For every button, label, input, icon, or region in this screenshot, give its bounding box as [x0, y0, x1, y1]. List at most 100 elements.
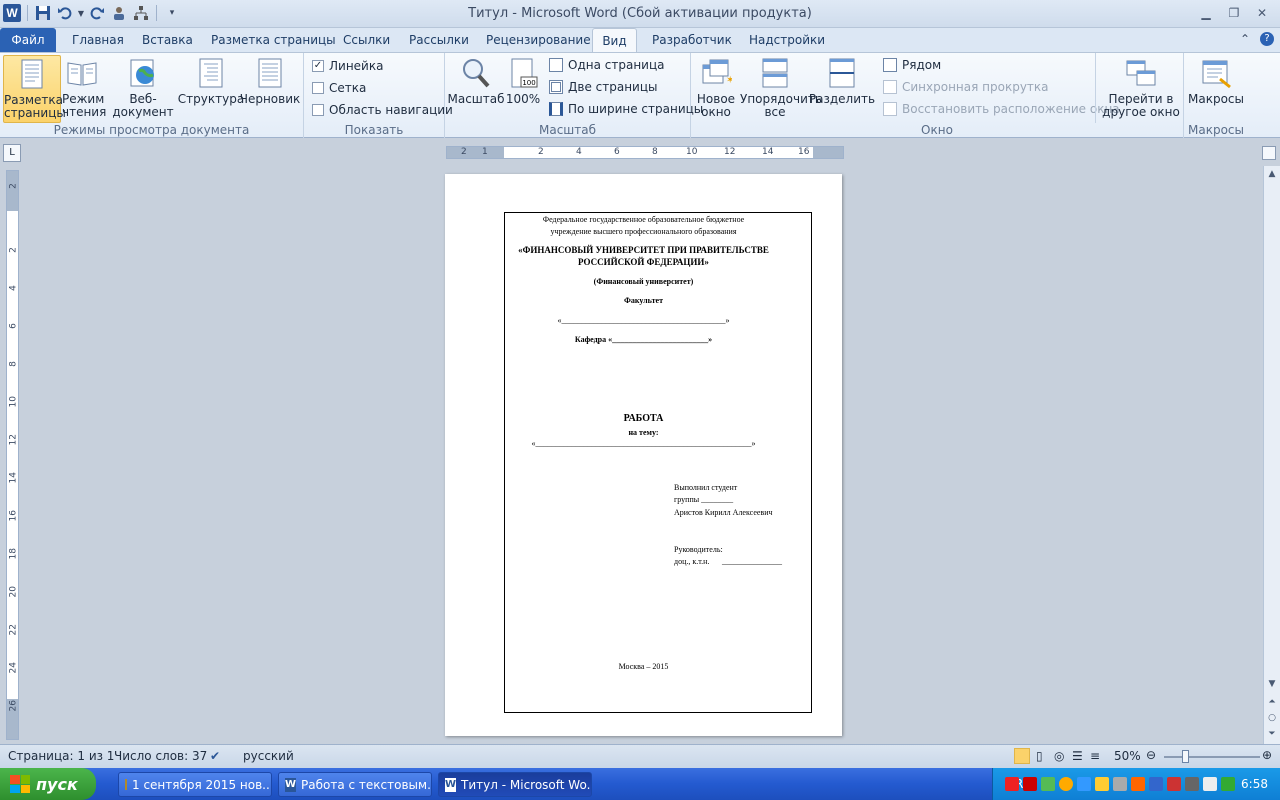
ribbon-tabs: Файл Главная Вставка Разметка страницы С… — [0, 28, 1280, 52]
tab-mailings[interactable]: Рассылки — [397, 28, 481, 52]
sync-scroll-button[interactable]: Синхронная прокрутка — [883, 80, 1049, 94]
one-page-button[interactable]: Одна страница — [549, 58, 664, 72]
zoom-out-icon[interactable]: ⊖ — [1146, 748, 1156, 762]
two-pages-label: Две страницы — [568, 80, 658, 94]
arrange-all-button[interactable]: Упорядочить все — [739, 55, 822, 119]
two-pages-button[interactable]: Две страницы — [549, 80, 658, 94]
ruler-number: 1 — [482, 147, 488, 157]
safely-remove-icon[interactable] — [1221, 777, 1235, 791]
tab-insert[interactable]: Вставка — [130, 28, 205, 52]
tab-addins[interactable]: Надстройки — [737, 28, 837, 52]
side-by-side-button[interactable]: Рядом — [883, 58, 941, 72]
status-page[interactable]: Страница: 1 из 1 — [8, 749, 114, 763]
tab-selector[interactable]: L — [3, 144, 21, 162]
tab-file[interactable]: Файл — [0, 28, 56, 52]
ruler-margin — [813, 147, 843, 158]
tray-app-icon[interactable] — [1077, 777, 1091, 791]
scroll-down-icon[interactable]: ▼ — [1264, 676, 1280, 692]
restore-icon[interactable]: ❐ — [1220, 2, 1248, 24]
switch-windows-button[interactable]: Перейти в другое окно — [1101, 55, 1181, 119]
split-button[interactable]: Разделить — [809, 55, 875, 106]
zoom-button[interactable]: Масштаб — [447, 55, 505, 106]
taskbar-item-word-title[interactable]: W Титул - Microsoft Wo... — [438, 772, 592, 797]
zoom-slider-thumb[interactable] — [1182, 750, 1189, 763]
tab-references[interactable]: Ссылки — [331, 28, 402, 52]
ruler-number: 8 — [8, 361, 19, 367]
zoom-in-icon[interactable]: ⊕ — [1262, 748, 1272, 762]
tab-view[interactable]: Вид — [592, 28, 637, 52]
status-language[interactable]: русский — [243, 749, 294, 763]
zoom-level[interactable]: 50% — [1114, 749, 1141, 763]
zoom-100-button[interactable]: 100 100% — [505, 55, 541, 106]
outline-view-icon[interactable]: ☰ — [1072, 749, 1083, 763]
tab-review[interactable]: Рецензирование — [474, 28, 603, 52]
web-layout-button[interactable]: Веб-документ — [104, 55, 182, 119]
new-window-button[interactable]: ✶ Новое окно — [695, 55, 737, 119]
outline-label: Структура — [177, 92, 245, 106]
split-icon — [829, 58, 855, 88]
taskbar-item-folder[interactable]: 1 сентября 2015 нов... — [118, 772, 272, 797]
tab-page-layout[interactable]: Разметка страницы — [199, 28, 348, 52]
scroll-up-icon[interactable]: ▲ — [1264, 166, 1280, 182]
network-icon[interactable] — [1113, 777, 1127, 791]
tray-app-icon[interactable] — [1041, 777, 1055, 791]
tray-app-icon[interactable] — [1131, 777, 1145, 791]
ruler-number: 2 — [538, 147, 544, 157]
clock[interactable]: 6:58 — [1241, 777, 1268, 791]
reading-mode-label: Режим чтения — [62, 92, 107, 119]
sync-scroll-label: Синхронная прокрутка — [902, 80, 1049, 94]
horizontal-ruler[interactable]: 2 1 2 4 6 8 10 12 14 16 — [446, 146, 844, 159]
document-page[interactable]: Федеральное государственное образователь… — [445, 174, 842, 736]
ruler-checkbox[interactable]: ✓ Линейка — [312, 59, 383, 73]
minimize-icon[interactable]: ▁ — [1192, 2, 1220, 24]
reset-position-button[interactable]: Восстановить расположение окна — [883, 102, 1120, 116]
spellcheck-icon[interactable]: ✔ — [210, 749, 220, 763]
checkbox-unchecked[interactable] — [312, 82, 324, 94]
draft-button[interactable]: Черновик — [240, 55, 300, 106]
page-width-button[interactable]: По ширине страницы — [549, 102, 703, 116]
tab-home[interactable]: Главная — [60, 28, 136, 52]
macros-button[interactable]: Макросы — [1188, 55, 1244, 106]
switch-windows-icon — [1126, 60, 1156, 86]
grid-checkbox[interactable]: Сетка — [312, 81, 366, 95]
ruler-number: 12 — [724, 147, 736, 157]
vertical-ruler[interactable]: 2 2 4 6 8 10 12 14 16 18 20 22 24 26 — [6, 170, 19, 740]
checkbox-unchecked[interactable] — [312, 104, 324, 116]
taskbar-item-label: Работа с текстовым... — [301, 777, 432, 792]
tray-app-icon[interactable] — [1185, 777, 1199, 791]
previous-page-icon[interactable]: ⏶ — [1264, 694, 1280, 710]
tray-app-icon[interactable] — [1059, 777, 1073, 791]
ati-icon[interactable] — [1023, 777, 1037, 791]
pdf-icon[interactable] — [1005, 777, 1019, 791]
page-frame — [504, 212, 812, 713]
print-layout-view-icon[interactable] — [1014, 748, 1030, 764]
book-icon — [67, 62, 97, 86]
group-zoom: Масштаб 100 100% Одна страница Две стран… — [445, 53, 703, 139]
tab-developer[interactable]: Разработчик — [640, 28, 744, 52]
minimize-ribbon-icon[interactable]: ⌃ — [1240, 32, 1250, 46]
taskbar-item-word-doc[interactable]: W Работа с текстовым... — [278, 772, 432, 797]
volume-icon[interactable] — [1203, 777, 1217, 791]
outline-button[interactable]: Структура — [178, 55, 244, 106]
nav-pane-checkbox[interactable]: Область навигации — [312, 103, 453, 117]
draft-view-icon[interactable]: ≡ — [1090, 749, 1100, 763]
web-view-icon[interactable]: ◎ — [1054, 749, 1064, 763]
next-page-icon[interactable]: ⏷ — [1264, 726, 1280, 742]
tray-app-icon[interactable] — [1167, 777, 1181, 791]
group-label: Режимы просмотра документа — [53, 123, 250, 137]
close-icon[interactable]: ✕ — [1248, 2, 1276, 24]
reading-mode-button[interactable]: Режим чтения — [62, 55, 107, 119]
start-button[interactable]: пуск — [0, 768, 96, 800]
zoom-slider[interactable] — [1164, 756, 1260, 758]
help-icon[interactable]: ? — [1260, 32, 1274, 46]
checkbox-checked[interactable]: ✓ — [312, 60, 324, 72]
doc-supervisor-title: доц., к.т.н. — [674, 557, 710, 566]
tray-app-icon[interactable] — [1149, 777, 1163, 791]
vertical-scrollbar[interactable]: ▲ ▼ ⏶ ○ ⏷ — [1263, 166, 1280, 744]
tray-app-icon[interactable] — [1095, 777, 1109, 791]
reading-view-icon[interactable]: ▯ — [1036, 749, 1043, 763]
print-layout-button[interactable]: Разметка страницы — [3, 55, 66, 123]
view-ruler-icon[interactable] — [1262, 146, 1276, 160]
browse-object-icon[interactable]: ○ — [1264, 710, 1280, 726]
status-words[interactable]: Число слов: 37 — [114, 749, 207, 763]
